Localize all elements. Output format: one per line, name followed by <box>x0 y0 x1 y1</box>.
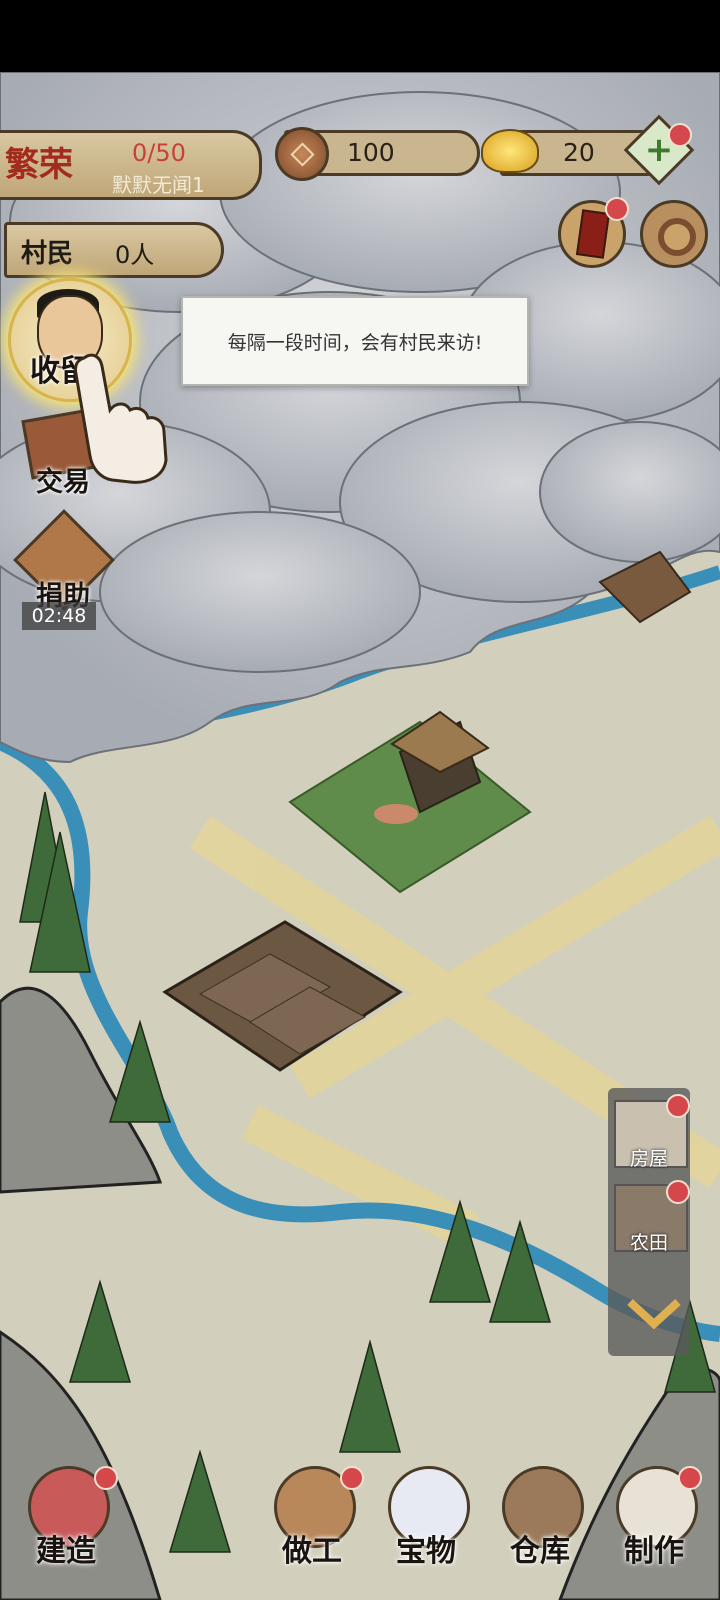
build-button[interactable]: 建造 <box>18 1466 118 1569</box>
gold-value: 20 <box>563 138 595 167</box>
villager-count-banner[interactable]: 村民 0人 <box>4 222 224 278</box>
build-label: 建造 <box>36 1534 96 1569</box>
treasure-label: 宝物 <box>396 1534 456 1569</box>
work-button[interactable]: 做工 <box>264 1466 364 1569</box>
donate-timer: 02:48 <box>22 602 96 630</box>
mail-button[interactable] <box>558 197 629 268</box>
farmland-category-label[interactable]: 农田 <box>608 1228 690 1255</box>
gold-counter[interactable]: 20 + <box>481 114 695 186</box>
notification-dot <box>605 197 629 221</box>
prosperity-label: 繁荣 <box>5 145 73 185</box>
rank-title: 默默无闻1 <box>112 173 205 197</box>
coin-value: 100 <box>347 138 395 167</box>
gold-ingot-icon <box>481 129 539 173</box>
craft-label: 制作 <box>624 1534 684 1569</box>
notification-dot <box>94 1466 118 1490</box>
prosperity-banner[interactable]: 繁荣 0/50 默默无闻1 <box>0 130 262 200</box>
tutorial-pointing-hand-icon <box>74 353 168 484</box>
chevron-down-icon[interactable] <box>624 1296 684 1332</box>
tutorial-tooltip: 每隔一段时间，会有村民来访! <box>181 296 529 386</box>
notification-dot <box>340 1466 364 1490</box>
notification-dot <box>666 1180 690 1204</box>
villagers-count: 0人 <box>115 241 155 269</box>
settings-button[interactable] <box>640 200 708 268</box>
coin-counter[interactable]: 100 <box>275 127 480 181</box>
work-label: 做工 <box>282 1534 342 1569</box>
letter-icon <box>575 209 611 259</box>
game-viewport[interactable]: 繁荣 0/50 默默无闻1 100 20 + 村民 0人 收留 交易 捐助 02… <box>0 72 720 1600</box>
notification-dot <box>666 1094 690 1118</box>
craft-button[interactable]: 制作 <box>606 1466 702 1569</box>
tooltip-text: 每隔一段时间，会有村民来访! <box>227 332 483 354</box>
prosperity-count: 0/50 <box>132 139 186 167</box>
warehouse-button[interactable]: 仓库 <box>492 1466 588 1569</box>
villagers-label: 村民 <box>21 239 74 269</box>
notification-dot <box>668 123 692 147</box>
notification-dot <box>678 1466 702 1490</box>
gear-icon <box>658 218 696 256</box>
copper-coin-icon <box>275 127 329 181</box>
house-category-label[interactable]: 房屋 <box>608 1144 690 1171</box>
warehouse-label: 仓库 <box>510 1534 570 1569</box>
treasure-button[interactable]: 宝物 <box>378 1466 474 1569</box>
